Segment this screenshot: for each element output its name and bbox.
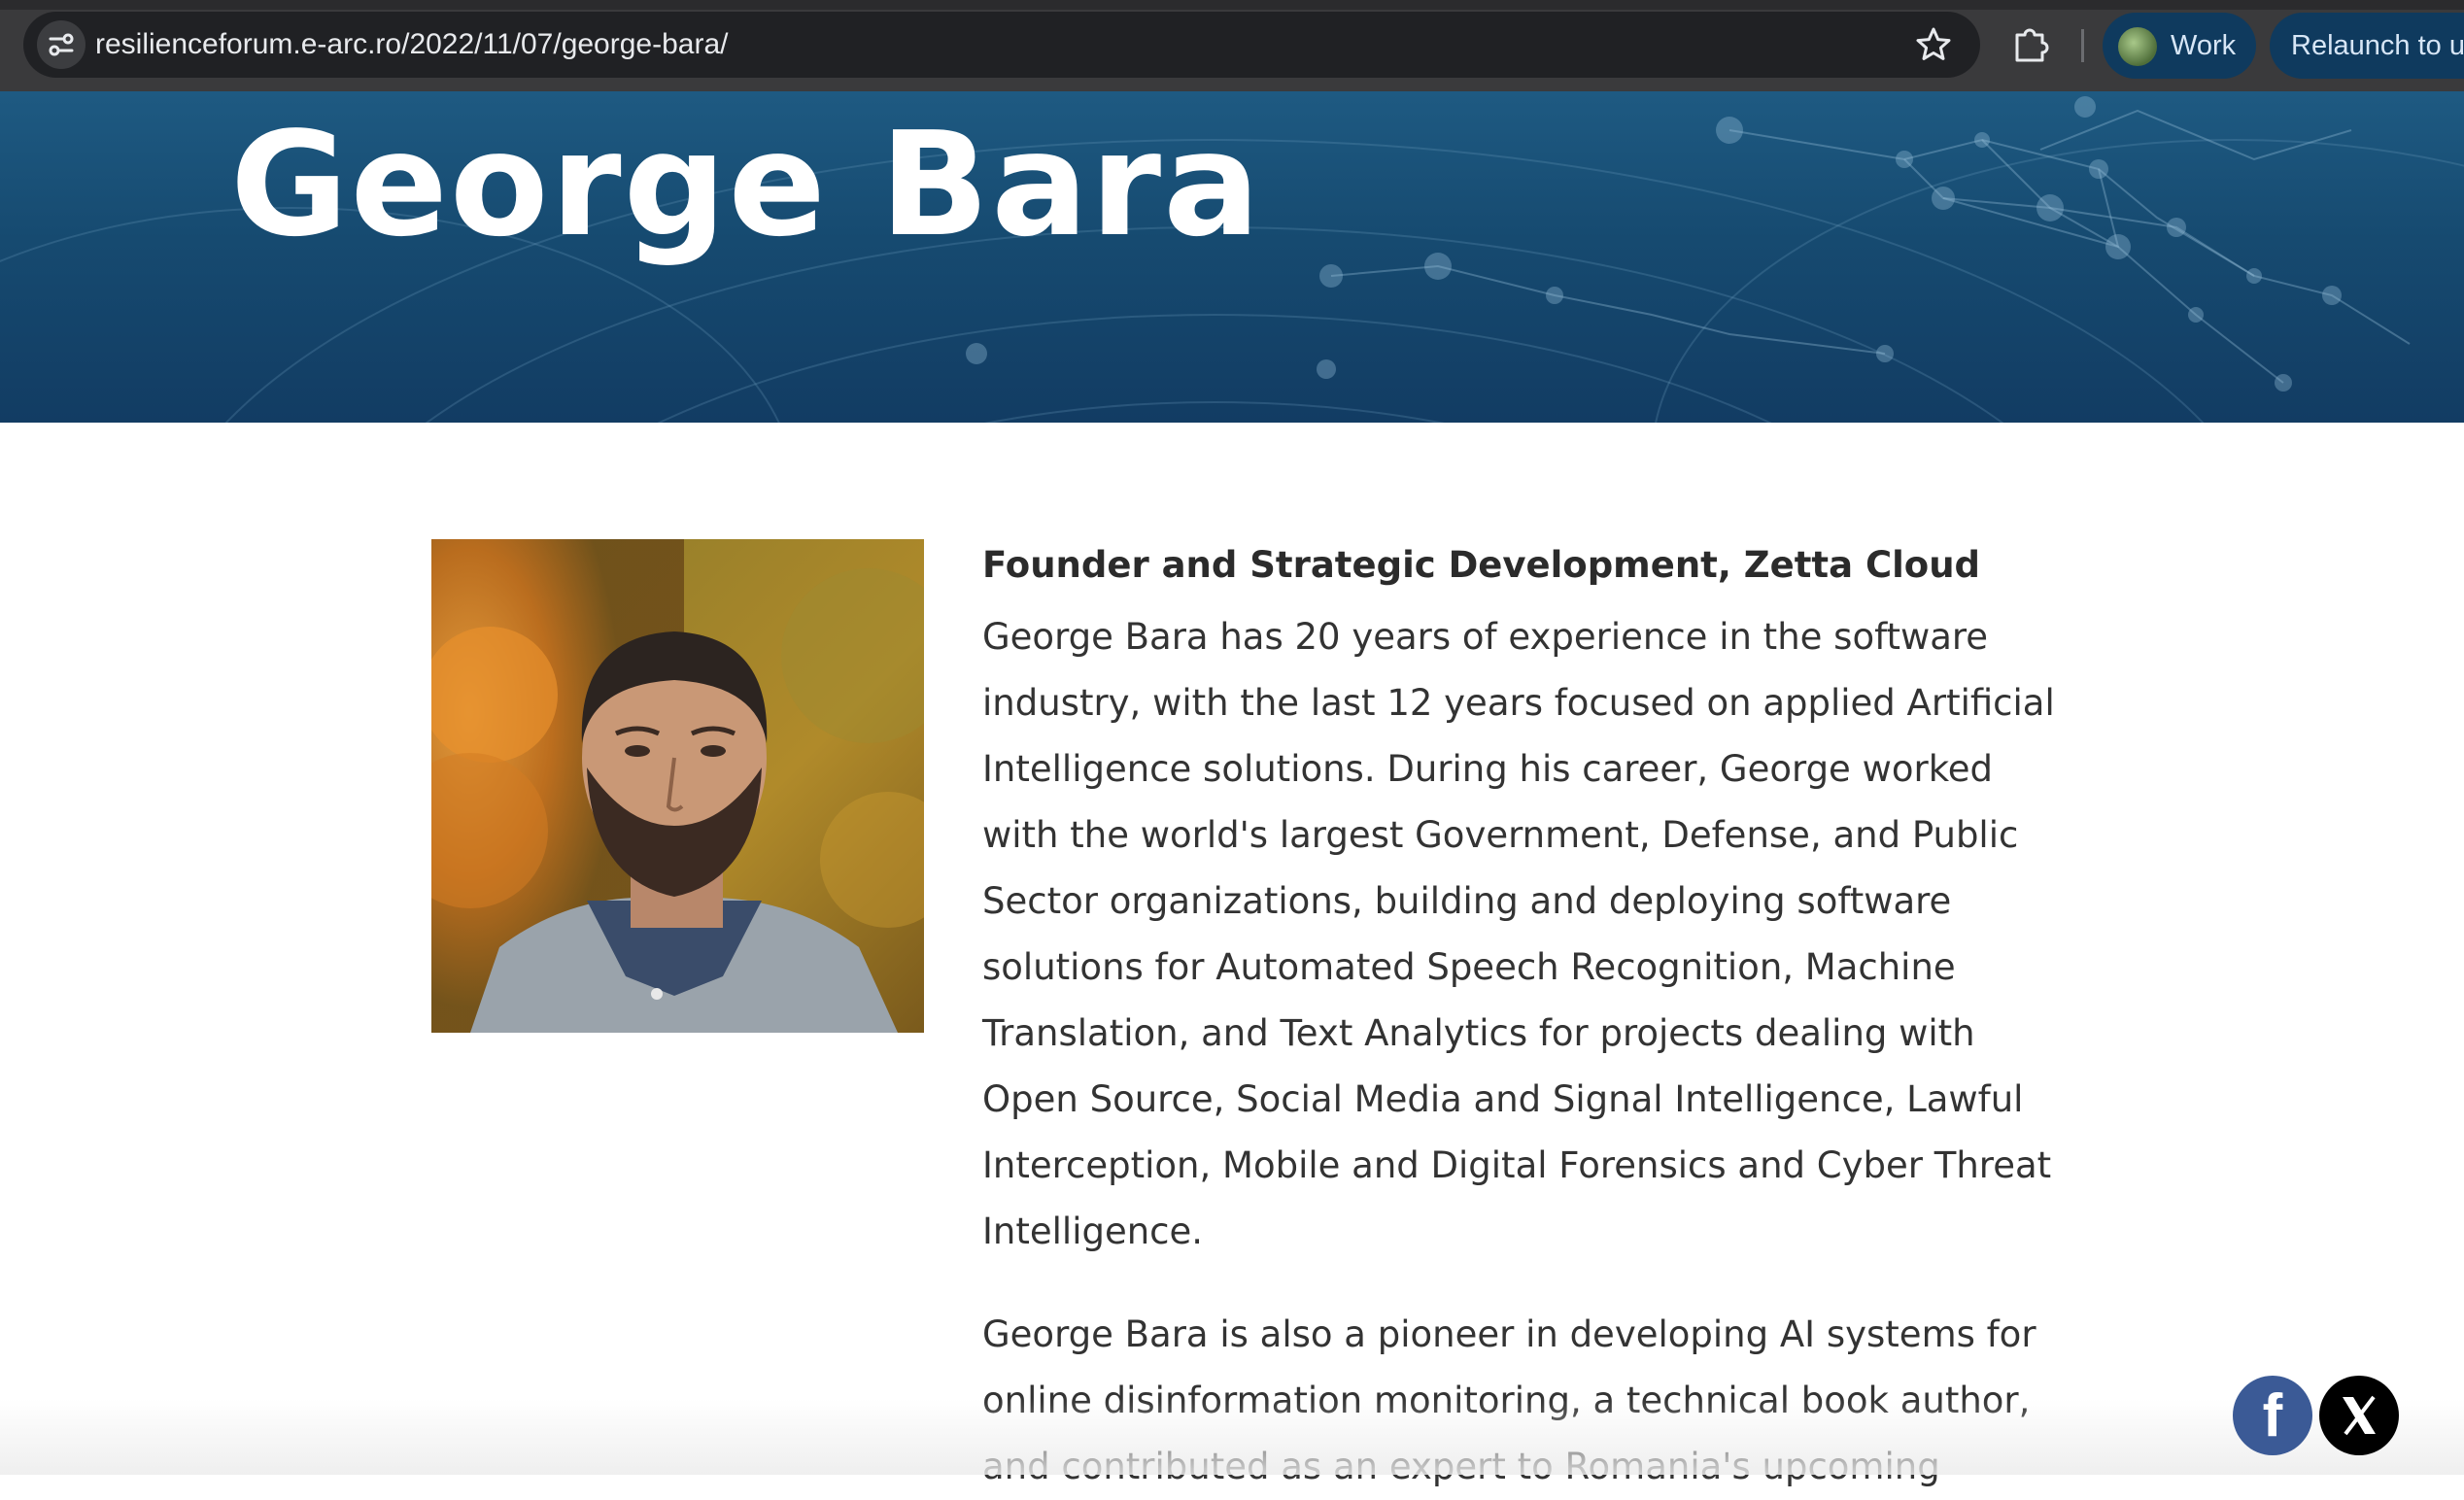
profile-avatar xyxy=(2118,27,2157,66)
profile-button-work[interactable]: Work xyxy=(2103,13,2256,79)
x-share-button[interactable] xyxy=(2319,1376,2399,1455)
bio-line: George Bara is also a pioneer in develop… xyxy=(982,1313,2036,1355)
relaunch-update-button[interactable]: Relaunch to up xyxy=(2270,13,2464,79)
bio-line: Open Source, Social Media and Signal Int… xyxy=(982,1078,2024,1120)
profile-label: Work xyxy=(2171,30,2237,61)
bio-line: George Bara has 20 years of experience i… xyxy=(982,616,1989,658)
relaunch-label: Relaunch to up xyxy=(2291,30,2464,61)
page-title: George Bara xyxy=(230,101,1262,268)
facebook-share-button[interactable]: f xyxy=(2233,1376,2312,1455)
profile-photo xyxy=(431,539,924,1033)
bio-line: industry, with the last 12 years focused… xyxy=(982,682,2055,724)
tab-strip-edge xyxy=(0,0,2464,10)
page-bottom-fade xyxy=(0,1399,2464,1475)
bio-line: Translation, and Text Analytics for proj… xyxy=(982,1012,1975,1054)
site-info-icon[interactable] xyxy=(37,20,86,69)
bio-line: Interception, Mobile and Digital Forensi… xyxy=(982,1144,2052,1186)
x-logo-icon xyxy=(2343,1395,2376,1436)
address-bar[interactable]: resilienceforum.e-arc.ro/2022/11/07/geor… xyxy=(23,12,1980,78)
bio-paragraph-1: George Bara has 20 years of experience i… xyxy=(982,604,2055,1265)
bio-line: Intelligence. xyxy=(982,1210,1204,1252)
bio-line: solutions for Automated Speech Recogniti… xyxy=(982,946,1956,988)
hero-banner: George Bara xyxy=(0,91,2464,423)
profile-role: Founder and Strategic Development, Zetta… xyxy=(982,544,1981,586)
browser-toolbar: resilienceforum.e-arc.ro/2022/11/07/geor… xyxy=(0,0,2464,91)
url-text[interactable]: resilienceforum.e-arc.ro/2022/11/07/geor… xyxy=(95,28,728,61)
toolbar-separator xyxy=(2081,29,2084,62)
bio-line: Sector organizations, building and deplo… xyxy=(982,880,1952,922)
facebook-icon: f xyxy=(2262,1382,2283,1449)
extensions-puzzle-icon[interactable] xyxy=(2009,21,2054,66)
bio-line: Intelligence solutions. During his caree… xyxy=(982,748,1994,790)
bio-line: with the world's largest Government, Def… xyxy=(982,814,2019,856)
bookmark-star-icon[interactable] xyxy=(1914,25,1953,64)
